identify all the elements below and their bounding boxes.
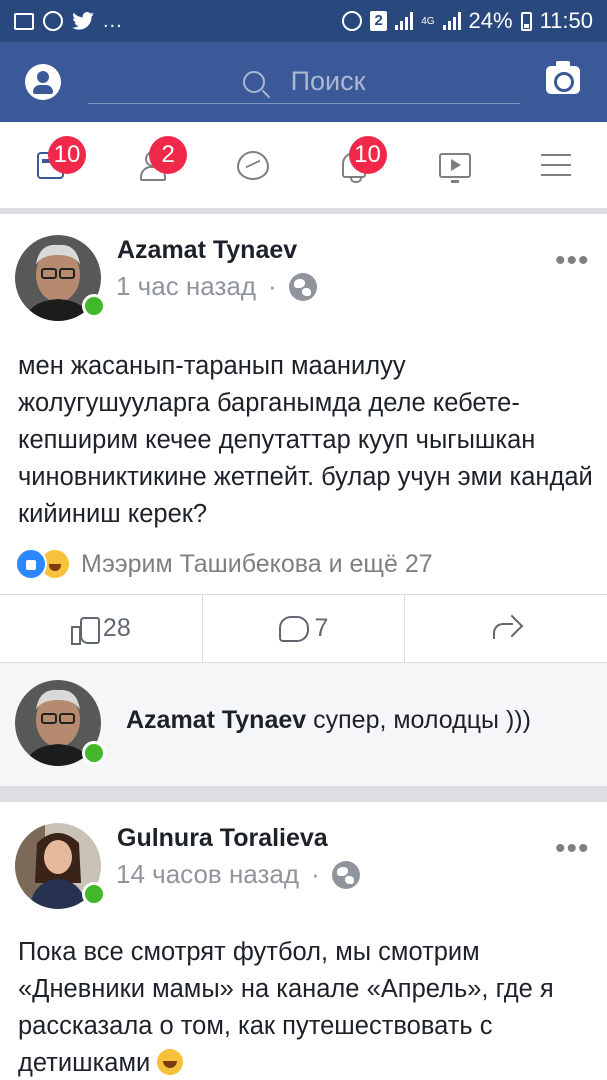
clock: 11:50 — [539, 8, 593, 33]
post-time[interactable]: 14 часов назад — [116, 859, 299, 890]
more-options-icon[interactable]: ••• — [555, 246, 590, 276]
system-icons: 2 4G 24% 11:50 — [342, 8, 593, 34]
online-indicator — [82, 294, 106, 318]
comment-body: Azamat Tynaev супер, молодцы ))) — [126, 706, 531, 735]
battery-percent: 24% — [468, 8, 513, 33]
tab-watch[interactable] — [405, 122, 506, 208]
tab-messenger[interactable] — [202, 122, 303, 208]
news-feed-badge: 10 — [48, 136, 86, 174]
meta-separator: · — [311, 859, 320, 889]
globe-icon — [331, 860, 360, 889]
search-placeholder: Поиск — [290, 66, 366, 96]
post-meta: 14 часов назад · — [116, 859, 360, 890]
laughing-emoji-icon — [157, 1049, 184, 1075]
online-indicator — [82, 741, 106, 765]
post-time[interactable]: 1 час назад — [116, 271, 256, 302]
comment-button[interactable]: 7 — [203, 595, 406, 662]
comment-author[interactable]: Azamat Tynaev — [126, 706, 306, 734]
status-bar: ... 2 4G 24% 11:50 — [0, 0, 607, 42]
share-icon — [491, 616, 521, 642]
twitter-icon — [72, 12, 94, 30]
messenger-icon — [236, 150, 269, 180]
sim-indicator: 2 — [370, 11, 388, 31]
reactions-text: Мээрим Ташибекова и ещё 27 — [81, 549, 433, 578]
signal-icon-2 — [442, 12, 461, 30]
whatsapp-icon — [43, 11, 63, 31]
video-icon — [439, 152, 472, 183]
more-options-icon[interactable]: ••• — [555, 834, 590, 864]
search-input[interactable]: Поиск — [88, 60, 520, 104]
like-button[interactable]: 28 — [0, 595, 203, 662]
post-text-wrapper: Пока все смотрят футбол, мы смотрим «Дне… — [18, 934, 593, 1080]
camera-icon[interactable] — [546, 61, 580, 94]
post-card: Azamat Tynaev 1 час назад · ••• мен жаса… — [0, 214, 607, 786]
comment-text: супер, молодцы ))) — [313, 706, 531, 734]
battery-icon — [520, 11, 532, 31]
comment-icon — [278, 615, 309, 642]
notifications-badge: 10 — [348, 136, 387, 174]
comment-count: 7 — [314, 614, 329, 642]
post-meta: 1 час назад · — [116, 271, 317, 302]
notification-icons: ... — [14, 10, 123, 33]
tab-notifications[interactable]: 10 — [304, 122, 405, 208]
post-author[interactable]: Azamat Tynaev — [117, 236, 297, 265]
post-author[interactable]: Gulnura Toralieva — [117, 824, 328, 853]
gallery-icon — [14, 12, 34, 30]
menu-icon — [541, 154, 572, 176]
search-icon — [242, 70, 265, 93]
profile-icon[interactable] — [25, 64, 61, 100]
meta-separator: · — [268, 271, 277, 301]
post-text: мен жасанып-таранып маанилуу жолугушуула… — [18, 352, 593, 528]
post-card: Gulnura Toralieva 14 часов назад · ••• П… — [0, 802, 607, 1080]
alarm-icon — [342, 11, 363, 31]
thumbs-up-icon — [70, 616, 100, 645]
post-actions: 28 7 — [0, 594, 607, 662]
tab-menu[interactable] — [506, 122, 607, 208]
signal-icon — [395, 12, 414, 30]
nav-tabs: 10 2 10 — [0, 122, 607, 208]
top-bar: Поиск — [0, 42, 607, 122]
tab-friend-requests[interactable]: 2 — [101, 122, 202, 208]
network-type: 4G — [421, 15, 435, 27]
more-dots-icon: ... — [103, 9, 123, 32]
top-comment[interactable]: Azamat Tynaev супер, молодцы ))) — [0, 662, 607, 786]
like-count: 28 — [102, 614, 131, 642]
like-reaction-icon — [15, 548, 47, 580]
reactions-summary[interactable]: Мээрим Ташибекова и ещё 27 — [15, 544, 433, 584]
tab-news-feed[interactable]: 10 — [0, 122, 101, 208]
share-button[interactable] — [405, 595, 607, 662]
friend-requests-badge: 2 — [149, 136, 188, 174]
online-indicator — [82, 882, 106, 906]
post-text: Пока все смотрят футбол, мы смотрим «Дне… — [18, 938, 554, 1077]
globe-icon — [288, 272, 317, 301]
